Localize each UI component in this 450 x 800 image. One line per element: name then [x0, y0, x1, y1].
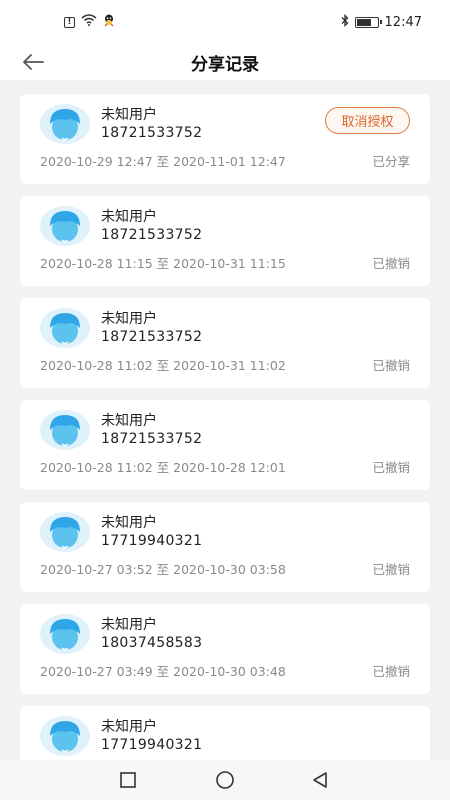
start-time: 2020-10-27 03:49 [40, 664, 153, 679]
user-name: 未知用户 [101, 515, 157, 531]
recent-apps-icon [120, 772, 136, 788]
user-avatar-icon [40, 410, 90, 450]
end-time: 2020-10-30 03:58 [173, 562, 286, 577]
back-triangle-icon [313, 772, 327, 788]
user-avatar-icon [40, 716, 90, 756]
status-time: 12:47 [384, 14, 422, 30]
share-record-list: 未知用户 18721533752 2020-10-29 12:47 至 2020… [0, 80, 450, 760]
end-time: 2020-11-01 12:47 [173, 154, 286, 169]
header: 分享记录 [0, 44, 450, 80]
system-back-button[interactable] [310, 770, 330, 790]
share-record-card[interactable]: 未知用户 18037458583 2020-10-27 03:49 至 2020… [20, 604, 430, 694]
end-time: 2020-10-30 03:48 [173, 664, 286, 679]
user-name: 未知用户 [101, 413, 157, 429]
time-range: 2020-10-28 11:15 至 2020-10-31 11:15 [40, 253, 286, 272]
share-record-card[interactable]: 未知用户 18721533752 2020-10-28 11:02 至 2020… [20, 400, 430, 490]
user-name: 未知用户 [101, 209, 157, 225]
start-time: 2020-10-29 12:47 [40, 154, 153, 169]
start-time: 2020-10-28 11:15 [40, 256, 153, 271]
user-avatar-icon [40, 206, 90, 246]
user-name: 未知用户 [101, 311, 157, 327]
user-name: 未知用户 [101, 719, 157, 735]
share-record-card[interactable]: 未知用户 18721533752 2020-10-29 12:47 至 2020… [20, 94, 430, 184]
range-separator: 至 [156, 664, 170, 679]
share-record-card[interactable]: 未知用户 17719940321 [20, 706, 430, 760]
status-bar: ! 12:47 [0, 0, 450, 44]
time-range: 2020-10-27 03:52 至 2020-10-30 03:58 [40, 559, 286, 578]
qq-icon [103, 14, 115, 31]
user-phone: 18721533752 [101, 329, 203, 345]
user-avatar-icon [40, 308, 90, 348]
time-range: 2020-10-29 12:47 至 2020-11-01 12:47 [40, 151, 286, 170]
revoke-authorization-button[interactable]: 取消授权 [325, 107, 410, 134]
user-avatar-icon [40, 104, 90, 144]
page-title: 分享记录 [191, 54, 259, 75]
share-record-card[interactable]: 未知用户 18721533752 2020-10-28 11:15 至 2020… [20, 196, 430, 286]
end-time: 2020-10-31 11:15 [173, 256, 286, 271]
user-name: 未知用户 [101, 617, 157, 633]
share-status: 已撤销 [372, 358, 410, 373]
time-range: 2020-10-27 03:49 至 2020-10-30 03:48 [40, 661, 286, 680]
user-name: 未知用户 [101, 107, 157, 123]
start-time: 2020-10-28 11:02 [40, 460, 153, 475]
user-avatar-icon [40, 614, 90, 654]
wifi-icon [81, 14, 97, 30]
back-button[interactable] [18, 48, 48, 76]
user-phone: 17719940321 [101, 737, 203, 753]
range-separator: 至 [156, 154, 170, 169]
user-avatar-icon [40, 512, 90, 552]
range-separator: 至 [156, 460, 170, 475]
alert-icon: ! [64, 16, 75, 28]
recent-apps-button[interactable] [118, 770, 138, 790]
status-left-icons: ! [64, 14, 115, 31]
start-time: 2020-10-28 11:02 [40, 358, 153, 373]
start-time: 2020-10-27 03:52 [40, 562, 153, 577]
share-record-card[interactable]: 未知用户 17719940321 2020-10-27 03:52 至 2020… [20, 502, 430, 592]
share-status: 已撤销 [372, 460, 410, 475]
range-separator: 至 [156, 256, 170, 271]
time-range: 2020-10-28 11:02 至 2020-10-28 12:01 [40, 457, 286, 476]
share-status: 已撤销 [372, 562, 410, 577]
share-status: 已撤销 [372, 256, 410, 271]
system-navigation-bar [0, 760, 450, 800]
share-status: 已撤销 [372, 664, 410, 679]
status-right-icons: 12:47 [341, 13, 422, 31]
arrow-left-icon [23, 54, 44, 70]
end-time: 2020-10-31 11:02 [173, 358, 286, 373]
range-separator: 至 [156, 562, 170, 577]
share-record-card[interactable]: 未知用户 18721533752 2020-10-28 11:02 至 2020… [20, 298, 430, 388]
home-button[interactable] [215, 770, 235, 790]
time-range: 2020-10-28 11:02 至 2020-10-31 11:02 [40, 355, 286, 374]
range-separator: 至 [156, 358, 170, 373]
home-icon [216, 771, 234, 789]
share-status: 已分享 [372, 154, 410, 169]
user-phone: 18721533752 [101, 431, 203, 447]
end-time: 2020-10-28 12:01 [173, 460, 286, 475]
user-phone: 18721533752 [101, 227, 203, 243]
user-phone: 18037458583 [101, 635, 203, 651]
battery-icon [354, 16, 382, 28]
bluetooth-icon [341, 13, 349, 31]
user-phone: 17719940321 [101, 533, 203, 549]
user-phone: 18721533752 [101, 125, 203, 141]
